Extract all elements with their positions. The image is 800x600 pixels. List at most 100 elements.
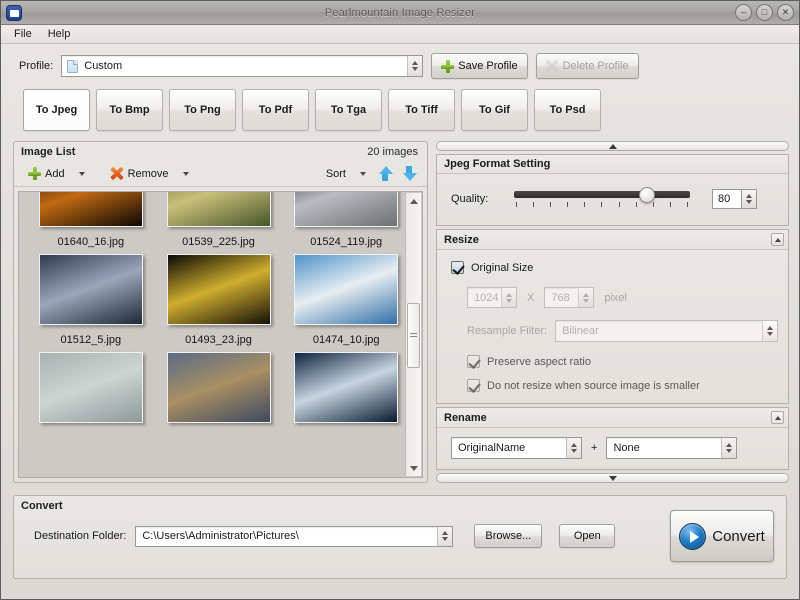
- menu-file[interactable]: File: [7, 26, 39, 42]
- list-item[interactable]: 01512_5.jpg: [27, 254, 155, 346]
- height-field[interactable]: 768: [544, 287, 595, 308]
- collapse-down-icon: [608, 475, 617, 481]
- thumbnail-row: 01640_16.jpg 01539_225.jpg 01524_119.jpg: [19, 192, 410, 248]
- delete-profile-button[interactable]: Delete Profile: [535, 53, 639, 79]
- destination-stepper[interactable]: [437, 526, 453, 546]
- thumbnail-image[interactable]: [166, 352, 271, 423]
- close-icon[interactable]: ✕: [777, 4, 794, 21]
- tab-to-pdf[interactable]: To Pdf: [242, 89, 309, 131]
- original-size-row[interactable]: Original Size: [451, 261, 778, 274]
- scroll-down-button[interactable]: [406, 460, 422, 476]
- arrow-down-icon: [402, 166, 417, 181]
- resample-stepper[interactable]: [762, 321, 777, 341]
- rename-second-stepper[interactable]: [721, 438, 737, 458]
- thumbnail-image[interactable]: [38, 352, 143, 423]
- tab-to-jpeg[interactable]: To Jpeg: [23, 89, 90, 131]
- chevron-down-icon: [182, 171, 189, 176]
- tab-to-gif[interactable]: To Gif: [461, 89, 528, 131]
- preserve-aspect-checkbox[interactable]: [467, 355, 480, 368]
- thumbnail-image[interactable]: [166, 192, 271, 227]
- list-item[interactable]: 01474_10.jpg: [282, 254, 410, 346]
- browse-button[interactable]: Browse...: [474, 524, 543, 548]
- resample-row: Resample Filter: Bilinear: [467, 320, 778, 342]
- convert-section: Convert Destination Folder: C:\Users\Adm…: [13, 495, 787, 579]
- maximize-icon[interactable]: □: [756, 4, 773, 21]
- quality-stepper[interactable]: [742, 189, 757, 209]
- preserve-aspect-label: Preserve aspect ratio: [487, 355, 591, 368]
- list-item[interactable]: 01539_225.jpg: [155, 192, 283, 248]
- list-item[interactable]: [282, 352, 410, 432]
- thumbnail-image[interactable]: [166, 254, 271, 325]
- thumbnail-image[interactable]: [38, 192, 143, 227]
- sort-dropdown-button[interactable]: [354, 164, 372, 184]
- list-item[interactable]: 01640_16.jpg: [27, 192, 155, 248]
- chevron-down-icon: [412, 67, 419, 71]
- scroll-up-button[interactable]: [406, 193, 422, 209]
- rename-plus-label: +: [591, 442, 598, 454]
- tab-to-psd[interactable]: To Psd: [534, 89, 601, 131]
- collapse-up-icon: [608, 143, 617, 149]
- list-item[interactable]: [155, 352, 283, 432]
- quality-slider[interactable]: [514, 187, 690, 211]
- image-list-scrollbar[interactable]: [405, 193, 421, 476]
- move-up-button[interactable]: [374, 164, 396, 184]
- slider-tick: [533, 202, 535, 207]
- rename-first-stepper[interactable]: [566, 438, 581, 458]
- thumbnail-area[interactable]: 01640_16.jpg 01539_225.jpg 01524_119.jpg 01…: [18, 191, 423, 478]
- tab-to-png[interactable]: To Png: [169, 89, 236, 131]
- minimize-icon[interactable]: –: [735, 4, 752, 21]
- open-button[interactable]: Open: [559, 524, 616, 548]
- settings-scroll-up-bar[interactable]: [436, 141, 789, 151]
- convert-button[interactable]: Convert: [670, 510, 774, 562]
- rename-section-body: OriginalName + None: [437, 428, 788, 469]
- add-dropdown-button[interactable]: [73, 164, 91, 184]
- image-list-header: Image List 20 images: [14, 142, 427, 161]
- tab-to-tiff[interactable]: To Tiff: [388, 89, 455, 131]
- thumbnail-image[interactable]: [38, 254, 143, 325]
- chevron-down-icon[interactable]: [746, 200, 752, 204]
- profile-spinner[interactable]: [407, 56, 423, 76]
- tab-to-bmp[interactable]: To Bmp: [96, 89, 163, 131]
- no-upscale-checkbox[interactable]: [467, 379, 480, 392]
- width-field[interactable]: 1024: [467, 287, 517, 308]
- rename-collapse-button[interactable]: [771, 411, 784, 424]
- preserve-aspect-row[interactable]: Preserve aspect ratio: [467, 355, 778, 368]
- quality-row: Quality: 80: [451, 187, 778, 211]
- remove-dropdown-button[interactable]: [177, 164, 195, 184]
- width-stepper[interactable]: [501, 288, 516, 307]
- thumbnail-row: [19, 346, 410, 432]
- save-profile-button[interactable]: Save Profile: [431, 53, 528, 79]
- profile-combobox[interactable]: Custom: [61, 55, 424, 77]
- rename-first-combobox[interactable]: OriginalName: [451, 437, 582, 459]
- rename-second-combobox[interactable]: None: [606, 437, 738, 459]
- add-button[interactable]: Add: [22, 164, 71, 184]
- chevron-up-icon[interactable]: [746, 194, 752, 198]
- resize-collapse-button[interactable]: [771, 233, 784, 246]
- sort-label: Sort: [325, 167, 346, 180]
- destination-combobox[interactable]: C:\Users\Administrator\Pictures\: [135, 525, 454, 547]
- slider-handle[interactable]: [639, 187, 655, 203]
- menu-help[interactable]: Help: [41, 26, 78, 42]
- scrollbar-thumb[interactable]: [407, 303, 420, 368]
- sort-button[interactable]: Sort: [320, 164, 352, 184]
- resample-combobox[interactable]: Bilinear: [555, 320, 778, 342]
- original-size-checkbox[interactable]: [451, 261, 464, 274]
- thumbnail-image[interactable]: [294, 254, 399, 325]
- delete-x-icon: [546, 60, 559, 73]
- thumbnail-image[interactable]: [294, 352, 399, 423]
- main-area: Image List 20 images Add Remove Sort 016…: [1, 131, 799, 483]
- list-item[interactable]: 01524_119.jpg: [282, 192, 410, 248]
- thumbnail-image[interactable]: [294, 192, 399, 227]
- list-item[interactable]: [27, 352, 155, 432]
- quality-spinbox[interactable]: 80: [712, 189, 757, 209]
- resize-section-title: Resize: [444, 233, 479, 246]
- tab-to-tga[interactable]: To Tga: [315, 89, 382, 131]
- move-down-button[interactable]: [398, 164, 420, 184]
- quality-label: Quality:: [451, 193, 489, 205]
- list-item[interactable]: 01493_23.jpg: [155, 254, 283, 346]
- quality-value[interactable]: 80: [712, 189, 742, 209]
- settings-scroll-down-bar[interactable]: [436, 473, 789, 483]
- height-stepper[interactable]: [578, 288, 594, 307]
- no-upscale-row[interactable]: Do not resize when source image is small…: [467, 379, 778, 392]
- remove-button[interactable]: Remove: [105, 164, 175, 184]
